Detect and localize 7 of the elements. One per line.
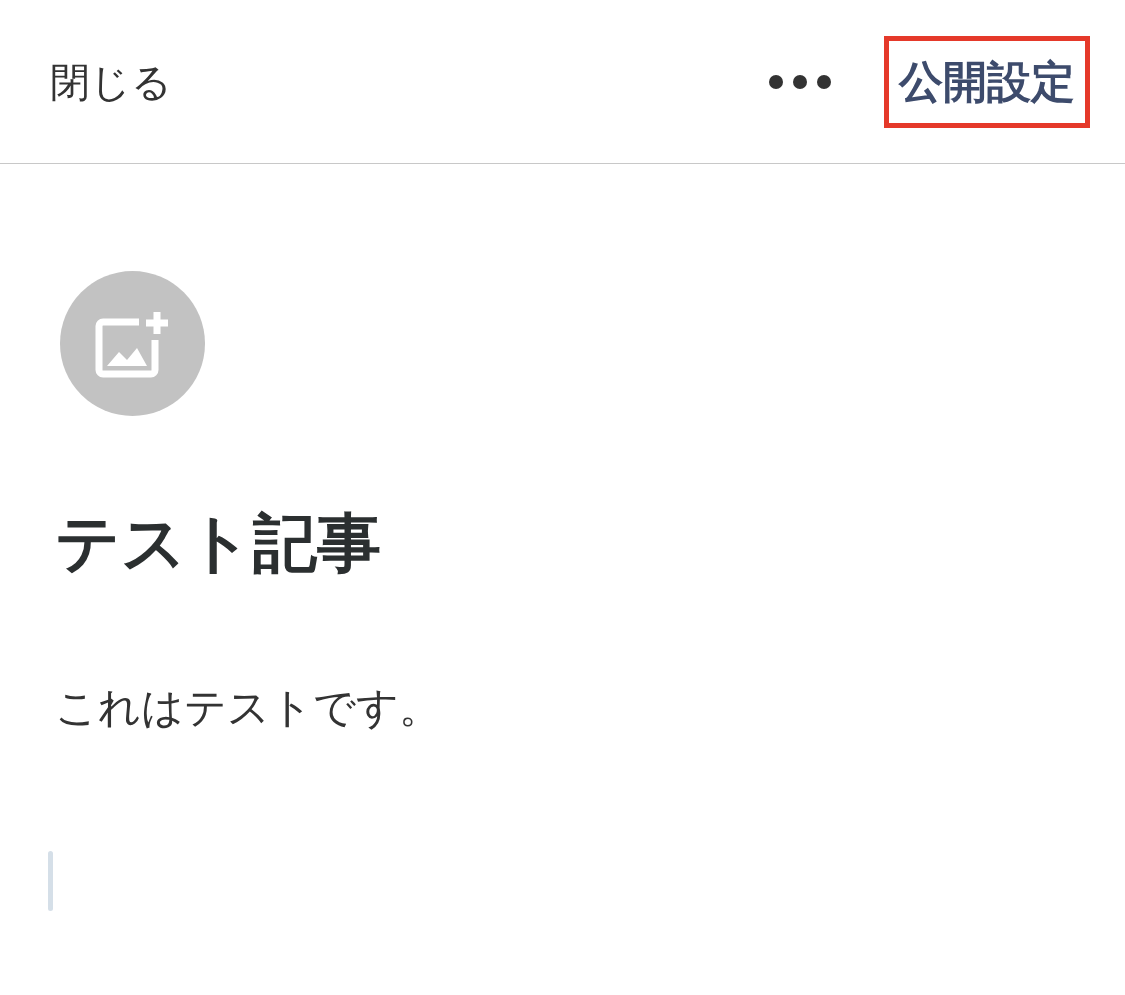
publish-settings-button[interactable]: 公開設定	[884, 35, 1090, 128]
close-button[interactable]: 閉じる	[50, 61, 172, 102]
article-title: テスト記事	[55, 511, 382, 575]
add-image-icon	[94, 309, 171, 378]
text-cursor	[48, 851, 53, 911]
article-body: これはテストです。	[55, 687, 442, 729]
more-icon[interactable]	[768, 73, 832, 90]
